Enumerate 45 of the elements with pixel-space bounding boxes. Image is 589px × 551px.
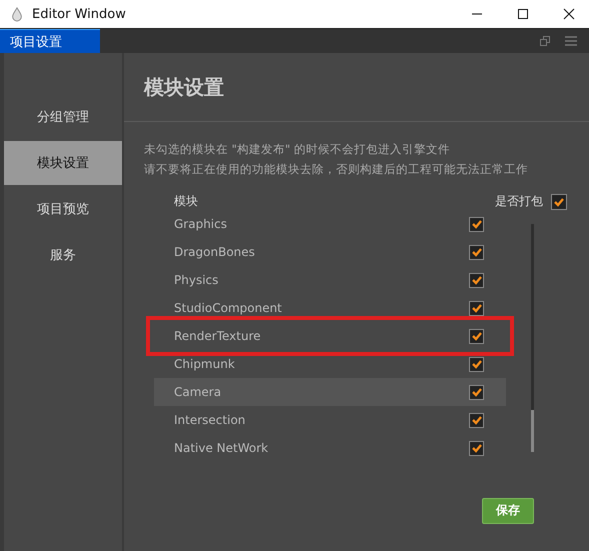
- checkbox[interactable]: [469, 216, 484, 232]
- window-restore-icon[interactable]: [539, 35, 551, 47]
- column-header: 是否打包: [495, 193, 543, 210]
- module-name: Chipmunk: [174, 357, 235, 371]
- note-text: 未勾选的模块在 "构建发布" 的时候不会打包进入引擎文件: [144, 142, 451, 157]
- module-name: Graphics: [174, 217, 227, 231]
- module-name: RenderTexture: [174, 329, 261, 343]
- checkbox[interactable]: [469, 440, 484, 456]
- checkbox[interactable]: [469, 328, 484, 344]
- tab[interactable]: 项目设置: [0, 29, 100, 53]
- module-row[interactable]: Native NetWork: [154, 434, 506, 462]
- module-row[interactable]: StudioComponent: [154, 294, 506, 322]
- sidebar-item[interactable]: 项目预览: [4, 187, 122, 231]
- close-icon[interactable]: [563, 8, 575, 20]
- window-title: Editor Window: [32, 6, 126, 22]
- module-row[interactable]: RenderTexture: [154, 322, 506, 350]
- maximize-icon[interactable]: [517, 8, 529, 20]
- app-logo-icon: [10, 6, 24, 22]
- note-text: 请不要将正在使用的功能模块去除，否则构建后的工程可能无法正常工作: [144, 162, 529, 177]
- checkbox[interactable]: [469, 244, 484, 260]
- checkbox[interactable]: [469, 412, 484, 428]
- checkbox[interactable]: [469, 384, 484, 400]
- checkbox[interactable]: [469, 300, 484, 316]
- module-row[interactable]: DragonBones: [154, 238, 506, 266]
- module-row[interactable]: Intersection: [154, 406, 506, 434]
- sidebar-item[interactable]: 服务: [4, 233, 122, 277]
- column-header: 模块: [174, 193, 198, 210]
- module-name: DragonBones: [174, 245, 255, 259]
- module-row[interactable]: Chipmunk: [154, 350, 506, 378]
- module-name: StudioComponent: [174, 301, 282, 315]
- checkbox[interactable]: [469, 356, 484, 372]
- panel-title: 模块设置: [144, 74, 224, 100]
- module-name: Physics: [174, 273, 218, 287]
- module-row[interactable]: Camera: [154, 378, 506, 406]
- sidebar-item[interactable]: 分组管理: [4, 95, 122, 139]
- checkbox[interactable]: [469, 272, 484, 288]
- menu-icon[interactable]: [565, 35, 577, 47]
- module-name: Camera: [174, 385, 222, 399]
- save-button[interactable]: 保存: [482, 498, 534, 524]
- module-name: Native NetWork: [174, 441, 268, 455]
- module-name: Intersection: [174, 413, 246, 427]
- module-row[interactable]: Physics: [154, 266, 506, 294]
- checkbox[interactable]: [551, 194, 567, 210]
- module-row[interactable]: Graphics: [154, 210, 506, 238]
- sidebar-item[interactable]: 模块设置: [4, 141, 122, 185]
